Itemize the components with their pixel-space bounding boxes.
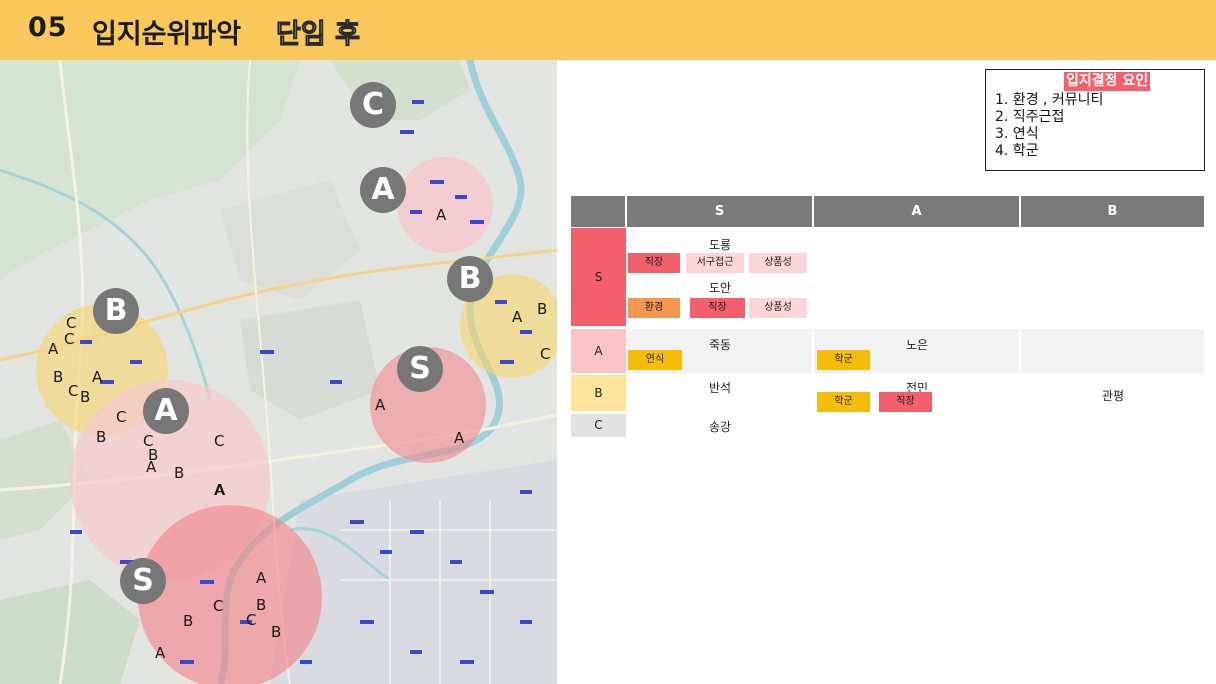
decision-factors-box: 입지결정 요인 1. 환경 , 커뮤니티 2. 직주근접 3. 연식 4. 학군 [985, 69, 1205, 171]
place-name: 관평 [1101, 389, 1125, 403]
row-grade-b: B [571, 375, 626, 411]
map-label: C [64, 330, 75, 348]
grade-badge-b: B [93, 288, 139, 334]
map-label: A [92, 368, 103, 386]
map-label: A [155, 644, 166, 662]
factor-tag: 직장 [628, 253, 680, 273]
grade-badge-c: C [350, 82, 396, 128]
factor-tag: 환경 [628, 298, 680, 318]
factor-tag: 상품성 [749, 298, 807, 318]
row-grade-a: A [571, 329, 626, 373]
map-label: B [96, 428, 107, 446]
map-label: A [256, 569, 267, 587]
factor-tag: 상품성 [749, 253, 807, 273]
map-label: A [375, 396, 386, 414]
decision-factor-item: 2. 직주근접 [995, 109, 1065, 125]
factor-tag: 학군 [817, 392, 870, 412]
grade-badge-b: B [447, 256, 493, 302]
map-label: A [454, 429, 465, 447]
place-name: 반석 [708, 381, 732, 395]
decision-factor-item: 3. 연식 [995, 126, 1039, 142]
location-map: C A B B S A S A A B C C A B C B A B C C … [0, 60, 557, 684]
map-label: C [68, 382, 79, 400]
map-label: B [256, 596, 267, 614]
place-name: 도안 [708, 281, 732, 295]
map-background [0, 60, 557, 684]
page-subtitle: 단임 후 [276, 19, 361, 51]
map-label: B [183, 612, 194, 630]
decision-factor-item: 1. 환경 , 커뮤니티 [995, 92, 1104, 108]
map-label: B [174, 464, 185, 482]
map-label: B [80, 388, 91, 406]
table-header-b: B [1021, 196, 1204, 227]
row-grade-c: C [571, 414, 626, 437]
map-label: C [143, 432, 154, 450]
grade-badge-s: S [397, 346, 443, 392]
factor-tag: 직장 [879, 392, 932, 412]
factor-tag: 서구접근 [686, 253, 744, 273]
place-name: 죽동 [708, 338, 732, 352]
map-label: A [512, 308, 523, 326]
page-title: 입지순위파악 [92, 19, 242, 50]
map-label: C [246, 611, 257, 629]
map-label: C [116, 408, 127, 426]
grade-badge-a: A [143, 388, 189, 434]
section-number: 05 [28, 12, 68, 43]
row-grade-s: S [571, 228, 626, 326]
map-label: A [146, 458, 157, 476]
place-name: 노은 [905, 338, 929, 352]
map-label: C [213, 597, 224, 615]
map-label: A [436, 206, 447, 224]
table-cell [1021, 329, 1204, 373]
map-label: C [540, 345, 551, 363]
decision-factor-item: 4. 학군 [995, 143, 1039, 159]
factor-tag: 연식 [628, 350, 682, 370]
factor-tag: 학군 [817, 350, 870, 370]
map-label: C [66, 314, 77, 332]
map-label: B [537, 300, 548, 318]
table-header-corner [571, 196, 625, 227]
header-bar: 05 입지순위파악 단임 후 [0, 0, 1216, 60]
table-header-s: S [627, 196, 812, 227]
grade-badge-a: A [360, 167, 406, 213]
place-name: 송강 [708, 420, 732, 434]
map-label: B [271, 623, 282, 641]
decision-factors-title: 입지결정 요인 [1064, 72, 1151, 91]
factor-tag: 직장 [690, 298, 745, 318]
table-header-a: A [814, 196, 1019, 227]
map-label: C [214, 432, 225, 450]
map-label: A [48, 340, 59, 358]
place-name: 도룡 [708, 238, 732, 252]
map-label: A [214, 481, 225, 499]
grade-badge-s: S [120, 558, 166, 604]
map-label: B [53, 368, 64, 386]
